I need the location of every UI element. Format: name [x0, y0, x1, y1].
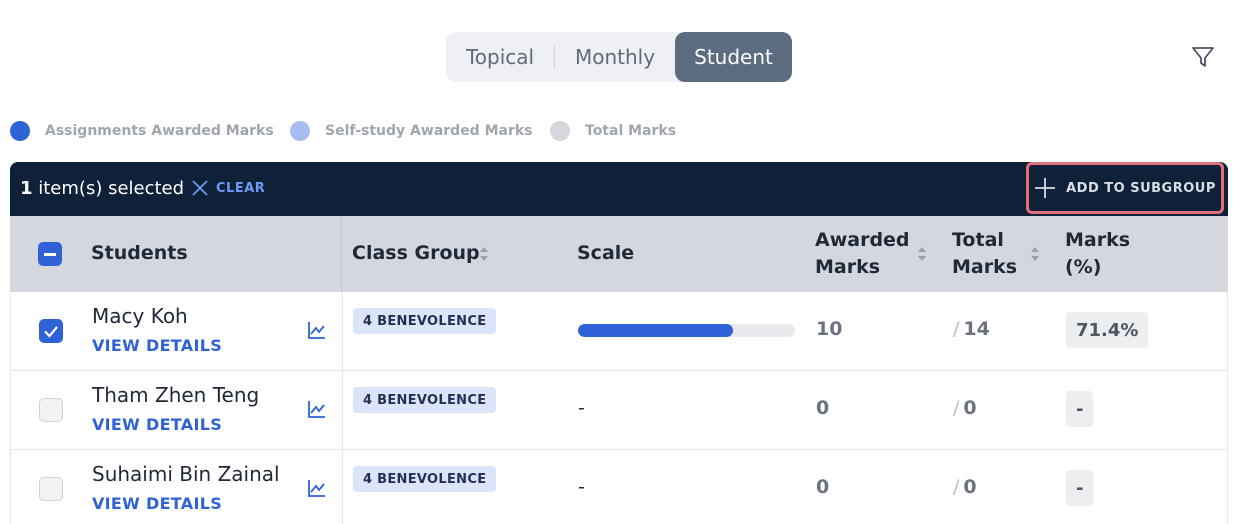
view-mode-tabs: Topical Monthly Student: [446, 32, 792, 82]
table-header: Students Class Group Scale Awarded Marks…: [10, 216, 1228, 292]
select-all-checkbox[interactable]: [38, 242, 62, 266]
row-checkbox[interactable]: [39, 319, 63, 343]
column-divider: [342, 291, 343, 371]
view-details-link[interactable]: VIEW DETAILS: [92, 415, 222, 434]
selection-count: 1 item(s) selected: [20, 178, 184, 199]
legend-item-assignments: Assignments Awarded Marks: [10, 121, 274, 141]
student-name: Tham Zhen Teng: [92, 383, 260, 407]
column-header-marks-line1: Marks: [1065, 229, 1131, 251]
tab-student[interactable]: Student: [675, 32, 792, 82]
class-group-badge: 4 BENEVOLENCE: [353, 387, 497, 413]
column-divider: [342, 370, 343, 450]
scale-empty: -: [578, 476, 585, 498]
total-marks-value: 14: [963, 318, 990, 340]
total-marks-value: 0: [963, 397, 977, 419]
total-marks: /14: [953, 318, 990, 340]
minus-icon: [44, 253, 56, 256]
slash-separator: /: [953, 397, 960, 419]
column-header-awarded-marks[interactable]: Awarded Marks: [815, 227, 910, 281]
marks-percent: -: [1066, 391, 1094, 427]
legend-label: Self-study Awarded Marks: [325, 123, 533, 139]
slash-separator: /: [953, 476, 960, 498]
legend-label: Total Marks: [585, 123, 677, 139]
add-to-subgroup-label: ADD TO SUBGROUP: [1066, 180, 1216, 196]
column-header-total-line1: Total: [952, 229, 1004, 251]
column-header-class-group[interactable]: Class Group: [352, 240, 480, 267]
marks-percent: 71.4%: [1066, 312, 1149, 348]
awarded-marks: 10: [816, 318, 843, 340]
student-name: Suhaimi Bin Zainal: [92, 462, 280, 486]
check-icon: [44, 326, 58, 338]
sort-icon[interactable]: [479, 246, 489, 262]
plus-icon: [1035, 178, 1056, 198]
view-details-link[interactable]: VIEW DETAILS: [92, 336, 222, 355]
row-checkbox[interactable]: [39, 477, 63, 501]
column-header-awarded-line2: Marks: [815, 256, 881, 278]
legend-item-self-study: Self-study Awarded Marks: [290, 121, 533, 141]
marks-percent: -: [1066, 470, 1094, 506]
total-marks: /0: [953, 476, 977, 498]
selection-count-suffix: item(s) selected: [32, 178, 185, 199]
sort-icon[interactable]: [917, 246, 927, 262]
legend-label: Assignments Awarded Marks: [45, 123, 274, 139]
view-details-link[interactable]: VIEW DETAILS: [92, 494, 222, 513]
column-header-marks-percent: Marks (%): [1065, 227, 1130, 281]
table-row[interactable]: Suhaimi Bin Zainal VIEW DETAILS 4 BENEVO…: [10, 449, 1228, 524]
legend-dot: [10, 121, 30, 141]
scale-progress-bar: [578, 324, 795, 337]
class-group-badge: 4 BENEVOLENCE: [353, 466, 497, 492]
legend-item-total: Total Marks: [550, 121, 676, 141]
column-header-total-line2: Marks: [952, 256, 1018, 278]
awarded-marks: 0: [816, 476, 830, 498]
sort-icon[interactable]: [1030, 246, 1040, 262]
awarded-marks: 0: [816, 397, 830, 419]
filter-icon[interactable]: [1188, 42, 1218, 72]
scale-progress-fill: [578, 324, 733, 337]
chart-trend-icon[interactable]: [307, 399, 327, 419]
row-checkbox[interactable]: [39, 398, 63, 422]
chart-trend-icon[interactable]: [307, 320, 327, 340]
column-header-marks-line2: (%): [1065, 256, 1102, 278]
total-marks: /0: [953, 397, 977, 419]
scale-empty: -: [578, 397, 585, 419]
column-divider: [341, 216, 342, 292]
tab-topical[interactable]: Topical: [446, 32, 554, 82]
column-header-total-marks[interactable]: Total Marks: [952, 227, 1017, 281]
legend-dot: [290, 121, 310, 141]
legend-dot: [550, 121, 570, 141]
student-name: Macy Koh: [92, 304, 188, 328]
column-divider: [342, 449, 343, 524]
table-row[interactable]: Macy Koh VIEW DETAILS 4 BENEVOLENCE 10 /…: [10, 291, 1228, 371]
close-icon: [192, 180, 208, 196]
column-header-students: Students: [91, 242, 188, 264]
total-marks-value: 0: [963, 476, 977, 498]
tab-monthly[interactable]: Monthly: [555, 32, 675, 82]
column-header-awarded-line1: Awarded: [815, 229, 910, 251]
class-group-badge: 4 BENEVOLENCE: [353, 308, 497, 334]
clear-button[interactable]: CLEAR: [190, 178, 265, 198]
column-header-scale: Scale: [577, 242, 635, 264]
selection-bar: 1 item(s) selected CLEAR ADD TO SUBGROUP: [10, 162, 1228, 216]
clear-label: CLEAR: [216, 180, 266, 196]
chart-trend-icon[interactable]: [307, 478, 327, 498]
table-row[interactable]: Tham Zhen Teng VIEW DETAILS 4 BENEVOLENC…: [10, 370, 1228, 450]
selection-count-number: 1: [20, 178, 33, 199]
slash-separator: /: [953, 318, 960, 340]
add-to-subgroup-button[interactable]: ADD TO SUBGROUP: [1026, 162, 1224, 214]
